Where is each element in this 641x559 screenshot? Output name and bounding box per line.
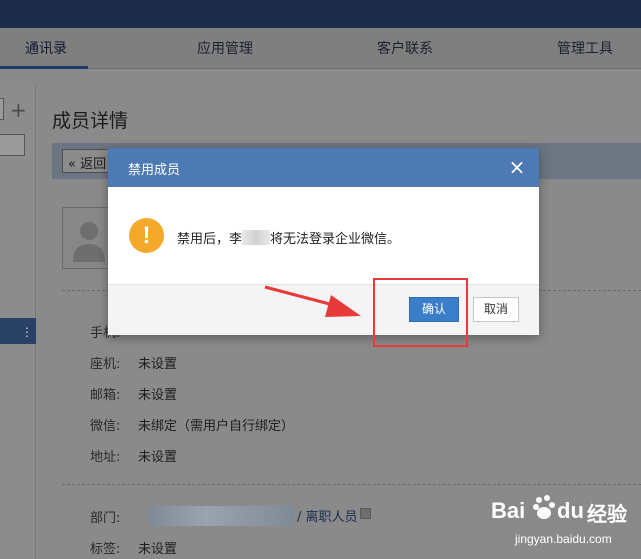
person-icon bbox=[73, 222, 105, 262]
wechat-value: 未绑定（需用户自行绑定） bbox=[138, 419, 295, 434]
tab-app-management[interactable]: 应用管理 bbox=[197, 38, 253, 58]
watermark-brand: Bai bbox=[491, 498, 526, 523]
watermark-url: jingyan.baidu.com bbox=[515, 532, 612, 546]
nav-bar: 通讯录 应用管理 客户联系 管理工具 bbox=[0, 28, 641, 69]
message-suffix: 将无法登录企业微信。 bbox=[270, 232, 401, 247]
email-label: 邮箱: bbox=[90, 388, 121, 403]
top-bar bbox=[0, 0, 641, 28]
tab-contacts[interactable]: 通讯录 bbox=[25, 38, 67, 58]
highlight-box bbox=[373, 278, 468, 347]
active-tab-indicator bbox=[0, 66, 88, 69]
sidebar-select[interactable] bbox=[0, 98, 4, 120]
sidebar-search-input[interactable] bbox=[0, 134, 25, 156]
department-edit-icon[interactable] bbox=[360, 508, 371, 519]
address-value: 未设置 bbox=[138, 450, 178, 465]
department-redacted bbox=[148, 506, 294, 526]
divider bbox=[62, 484, 641, 485]
dialog-title: 禁用成员 bbox=[128, 163, 181, 178]
more-icon[interactable]: ⋮ bbox=[21, 326, 33, 338]
landline-value: 未设置 bbox=[138, 357, 178, 372]
avatar bbox=[62, 207, 114, 269]
name-redacted bbox=[242, 230, 271, 245]
watermark-brand-2: du bbox=[557, 498, 584, 523]
wechat-label: 微信: bbox=[90, 419, 121, 434]
tags-value: 未设置 bbox=[138, 542, 178, 557]
tags-label: 标签: bbox=[90, 542, 121, 557]
back-button[interactable]: « 返回 bbox=[62, 149, 114, 173]
watermark-suffix: 经验 bbox=[587, 504, 627, 526]
cancel-button[interactable]: 取消 bbox=[473, 297, 519, 322]
message-prefix: 禁用后，李 bbox=[177, 232, 243, 247]
address-label: 地址: bbox=[90, 450, 121, 465]
add-icon[interactable]: + bbox=[10, 100, 27, 120]
dialog-message: 禁用后，李 将无法登录企业微信。 bbox=[177, 228, 400, 247]
dialog-header: 禁用成员 × bbox=[108, 148, 539, 187]
department-label: 部门: bbox=[90, 511, 121, 526]
close-icon[interactable]: × bbox=[504, 154, 530, 180]
department-link[interactable]: / 离职人员 bbox=[297, 506, 358, 525]
email-value: 未设置 bbox=[138, 388, 178, 403]
page-title: 成员详情 bbox=[52, 110, 129, 132]
landline-label: 座机: bbox=[90, 357, 121, 372]
baidu-watermark: Bai du 经验 jingyan.baidu.com bbox=[487, 488, 637, 554]
warning-icon: ! bbox=[129, 218, 164, 253]
paw-icon bbox=[533, 495, 555, 519]
pointer-arrow bbox=[264, 285, 361, 317]
tab-customer-contact[interactable]: 客户联系 bbox=[377, 38, 433, 58]
tab-management-tools[interactable]: 管理工具 bbox=[557, 38, 613, 58]
